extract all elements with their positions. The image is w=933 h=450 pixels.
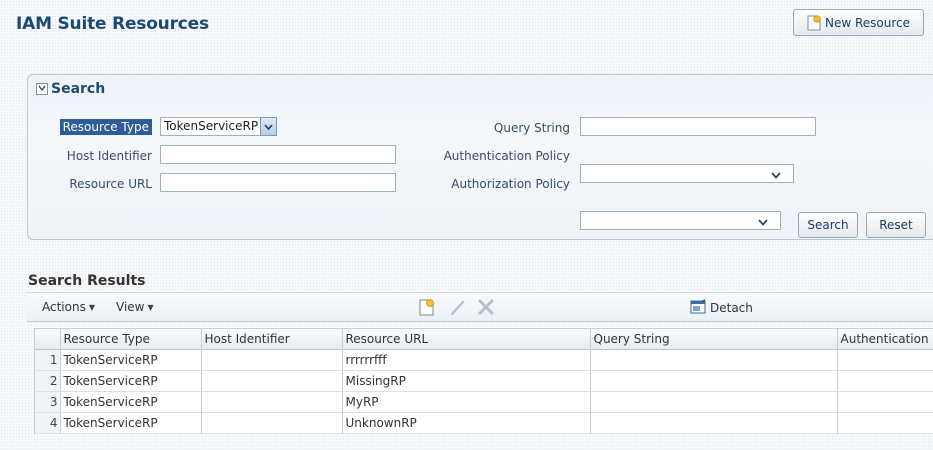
row-number: 1: [35, 349, 61, 371]
cell-resource-type: TokenServiceRP: [60, 412, 202, 434]
cell-resource-type: TokenServiceRP: [60, 391, 202, 413]
resource-type-select[interactable]: TokenServiceRP: [160, 117, 277, 136]
chevron-down-icon[interactable]: [260, 117, 277, 136]
cell-query-string: [590, 412, 838, 434]
cell-resource-url: MyRP: [342, 391, 591, 413]
chevron-down-icon[interactable]: [758, 215, 768, 232]
table-header-row: Resource Type Host Identifier Resource U…: [35, 329, 933, 350]
resource-type-value: TokenServiceRP: [164, 119, 259, 133]
cell-authentication: [837, 412, 933, 434]
row-number: 4: [35, 412, 61, 434]
new-document-icon: [807, 14, 821, 31]
table-row[interactable]: 4 TokenServiceRP UnknownRP: [35, 412, 933, 434]
cell-query-string: [590, 391, 838, 413]
column-header[interactable]: Host Identifier: [201, 329, 343, 350]
cell-authentication: [837, 391, 933, 413]
authorization-policy-label: Authorization Policy: [451, 177, 570, 191]
cell-query-string: [590, 370, 838, 392]
delete-x-icon[interactable]: [477, 298, 495, 319]
page-title: IAM Suite Resources: [16, 14, 209, 34]
host-identifier-input[interactable]: [160, 145, 396, 164]
column-header[interactable]: Query String: [590, 329, 838, 350]
results-table: Resource Type Host Identifier Resource U…: [34, 328, 933, 434]
cell-authentication: [837, 370, 933, 392]
actions-menu[interactable]: Actions ▼: [42, 300, 95, 314]
actions-menu-label: Actions: [42, 300, 86, 314]
new-resource-button[interactable]: New Resource: [793, 9, 924, 36]
table-row[interactable]: 2 TokenServiceRP MissingRP: [35, 370, 933, 392]
chevron-down-icon[interactable]: [771, 168, 781, 185]
collapse-icon[interactable]: [36, 83, 48, 95]
cell-resource-url: rrrrrrfff: [342, 349, 591, 371]
column-header[interactable]: Authentication: [837, 329, 933, 350]
authentication-policy-label: Authentication Policy: [443, 149, 570, 163]
table-row[interactable]: 1 TokenServiceRP rrrrrrfff: [35, 349, 933, 371]
view-menu[interactable]: View ▼: [116, 300, 154, 314]
caret-down-icon: ▼: [88, 302, 95, 312]
column-header[interactable]: Resource Type: [60, 329, 202, 350]
cell-authentication: [837, 349, 933, 371]
reset-button[interactable]: Reset: [866, 212, 926, 238]
resource-url-input[interactable]: [160, 173, 396, 192]
pencil-icon[interactable]: [449, 299, 467, 320]
caret-down-icon: ▼: [147, 302, 154, 312]
row-number-header: [35, 329, 61, 350]
cell-host-identifier: [201, 370, 343, 392]
new-document-icon[interactable]: [418, 298, 436, 319]
view-menu-label: View: [116, 300, 145, 314]
column-header[interactable]: Resource URL: [342, 329, 591, 350]
query-string-input[interactable]: [580, 117, 816, 136]
cell-host-identifier: [201, 391, 343, 413]
detach-button[interactable]: Detach: [690, 299, 753, 317]
authorization-policy-select[interactable]: [580, 211, 781, 230]
cell-resource-type: TokenServiceRP: [60, 349, 202, 371]
search-button[interactable]: Search: [798, 212, 858, 238]
cell-resource-url: UnknownRP: [342, 412, 591, 434]
detach-icon: [690, 299, 707, 317]
cell-resource-url: MissingRP: [342, 370, 591, 392]
query-string-label: Query String: [493, 121, 570, 135]
new-resource-label: New Resource: [824, 15, 911, 30]
cell-resource-type: TokenServiceRP: [60, 370, 202, 392]
cell-host-identifier: [201, 349, 343, 371]
resource-type-label: Resource Type: [50, 119, 152, 135]
row-number: 2: [35, 370, 61, 392]
resource-url-label: Resource URL: [69, 177, 152, 191]
search-header[interactable]: Search: [36, 81, 105, 97]
cell-query-string: [590, 349, 838, 371]
cell-host-identifier: [201, 412, 343, 434]
host-identifier-label: Host Identifier: [66, 149, 152, 163]
authentication-policy-select[interactable]: [580, 164, 794, 183]
detach-label: Detach: [710, 301, 753, 315]
row-number: 3: [35, 391, 61, 413]
table-row[interactable]: 3 TokenServiceRP MyRP: [35, 391, 933, 413]
search-title: Search: [51, 81, 106, 97]
search-results-title: Search Results: [28, 273, 146, 289]
